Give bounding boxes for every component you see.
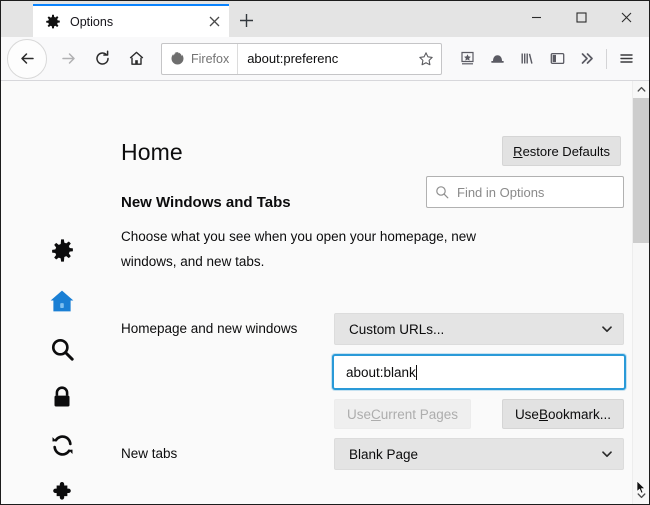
chevron-down-icon (601, 448, 613, 460)
tab-title: Options (70, 15, 205, 29)
homepage-select-value: Custom URLs... (349, 322, 601, 337)
arrow-left-icon (19, 50, 36, 67)
gear-icon (50, 238, 75, 263)
forward-button[interactable] (51, 42, 85, 76)
search-placeholder: Find in Options (457, 185, 544, 200)
back-button[interactable] (7, 39, 47, 79)
gear-icon (45, 14, 61, 30)
restore-defaults-label: estore Defaults (523, 144, 610, 159)
search-icon (50, 337, 75, 362)
text-cursor (416, 365, 417, 380)
arrow-right-icon (60, 50, 77, 67)
vertical-scrollbar[interactable] (632, 81, 649, 504)
sidebar-item-search[interactable] (45, 332, 79, 366)
reload-icon (94, 50, 111, 67)
sync-icon (50, 433, 75, 458)
sidebar-item-home[interactable] (45, 284, 79, 318)
browser-window: Options (0, 0, 650, 505)
maximize-button[interactable] (559, 1, 604, 34)
use-bookmark-accesskey: B (539, 407, 548, 422)
newtabs-select[interactable]: Blank Page (334, 438, 624, 470)
maximize-icon (575, 11, 588, 24)
lock-icon (50, 385, 74, 409)
puzzle-icon (51, 482, 73, 504)
homepage-select[interactable]: Custom URLs... (334, 313, 624, 345)
reload-button[interactable] (85, 42, 119, 76)
toolbar-icons (452, 43, 641, 75)
identity-label: Firefox (191, 52, 229, 66)
newtabs-select-value: Blank Page (349, 447, 601, 462)
section-description: Choose what you see when you open your h… (121, 224, 511, 274)
preferences-page: Find in Options (1, 81, 649, 504)
newtabs-row-label: New tabs (121, 446, 177, 461)
use-current-pages-post: urrent Pages (381, 407, 458, 422)
close-button[interactable] (604, 1, 649, 34)
save-to-pocket-icon[interactable] (452, 43, 482, 75)
home-button[interactable] (119, 42, 153, 76)
home-icon (49, 288, 75, 314)
sidebar-item-extensions[interactable] (45, 476, 79, 504)
browser-tab-options[interactable]: Options (33, 4, 229, 37)
mouse-cursor (636, 480, 647, 500)
minimize-button[interactable] (514, 1, 559, 34)
sidebar-icon[interactable] (542, 43, 572, 75)
library-icon[interactable] (512, 43, 542, 75)
window-controls (514, 1, 649, 34)
new-tab-button[interactable] (229, 4, 263, 37)
address-bar[interactable]: Firefox about:preferenc (161, 43, 442, 75)
restore-defaults-accesskey: R (513, 144, 522, 159)
page-title: Home (121, 139, 183, 166)
plus-icon (239, 13, 254, 28)
close-icon (620, 11, 633, 24)
home-icon (128, 50, 145, 67)
use-bookmark-pre: Use (515, 407, 539, 422)
overflow-icon[interactable] (572, 43, 602, 75)
url-text[interactable]: about:preferenc (238, 51, 411, 66)
search-input[interactable]: Find in Options (426, 176, 624, 208)
chevron-down-icon (601, 323, 613, 335)
homepage-buttons: Use Current Pages Use Bookmark... (334, 399, 624, 429)
identity-box[interactable]: Firefox (162, 44, 238, 74)
close-icon[interactable] (205, 13, 223, 31)
use-bookmark-post: ookmark... (548, 407, 611, 422)
restore-defaults-button[interactable]: Restore Defaults (502, 136, 621, 166)
navigation-toolbar: Firefox about:preferenc (1, 37, 649, 81)
homepage-row-label: Homepage and new windows (121, 321, 297, 336)
bookmark-star-icon[interactable] (411, 44, 441, 74)
homepage-url-value: about:blank (346, 365, 416, 380)
minimize-icon (530, 11, 543, 24)
preferences-sidebar (1, 81, 111, 504)
firefox-logo-icon (170, 51, 185, 66)
homepage-url-input[interactable]: about:blank (332, 354, 626, 390)
tab-strip: Options (1, 1, 649, 37)
sidebar-item-sync[interactable] (45, 428, 79, 462)
toolbar-separator (606, 49, 607, 69)
search-icon (435, 185, 449, 199)
sidebar-item-general[interactable] (45, 233, 79, 267)
use-current-pages-pre: Use (347, 407, 371, 422)
use-bookmark-button[interactable]: Use Bookmark... (502, 399, 624, 429)
scroll-up-icon[interactable] (633, 81, 649, 98)
section-title: New Windows and Tabs (121, 194, 291, 211)
private-browsing-icon[interactable] (482, 43, 512, 75)
use-current-pages-accesskey: C (371, 407, 381, 422)
app-menu-icon[interactable] (611, 43, 641, 75)
use-current-pages-button[interactable]: Use Current Pages (334, 399, 471, 429)
sidebar-item-privacy[interactable] (45, 380, 79, 414)
scrollbar-thumb[interactable] (633, 98, 649, 243)
